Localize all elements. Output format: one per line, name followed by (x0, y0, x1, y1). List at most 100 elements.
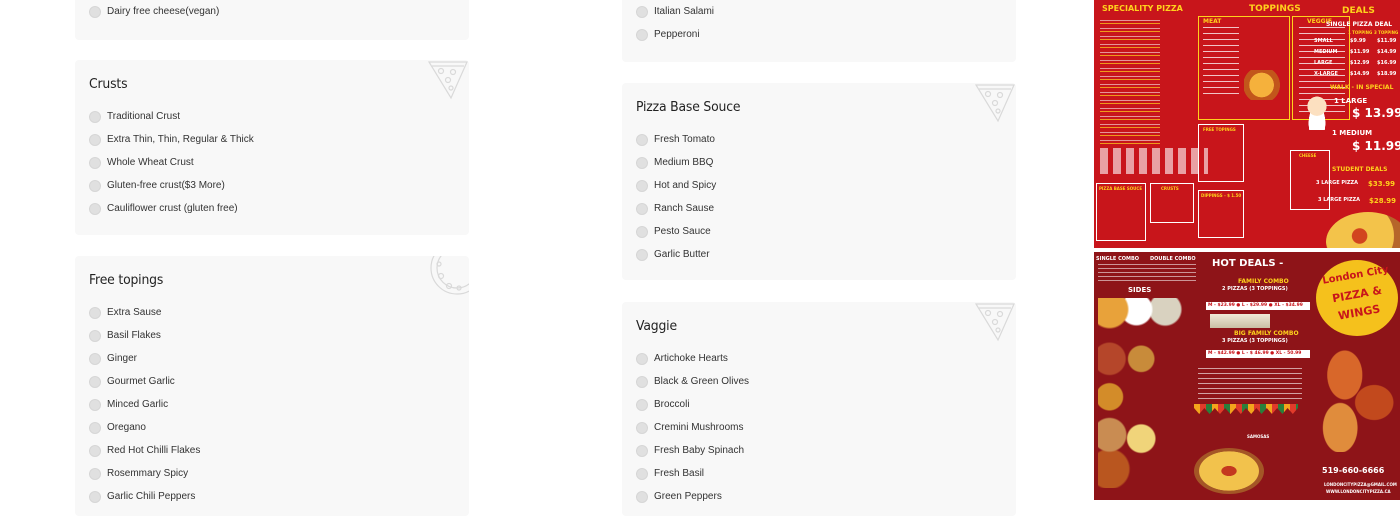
option-ginger[interactable]: Ginger (89, 353, 137, 365)
flyer-student-label: 3 LARGE PIZZA (1316, 180, 1359, 186)
flyer-deal-price: $11.99 (1350, 49, 1370, 55)
drinks-details (1198, 368, 1302, 400)
radio-button[interactable] (89, 330, 101, 342)
option-whole-wheat-crust[interactable]: Whole Wheat Crust (89, 157, 194, 169)
radio-button[interactable] (89, 111, 101, 123)
flyer-meat-heading: MEAT (1203, 18, 1222, 25)
menu-flyer-top: SPECIALITY PIZZA TOPPINGS MEAT VEGGIE FR… (1094, 0, 1400, 248)
radio-button[interactable] (636, 226, 648, 238)
radio-button[interactable] (636, 445, 648, 457)
bunting-decoration (1194, 404, 1298, 414)
radio-button[interactable] (636, 468, 648, 480)
option-dairy-free-cheese[interactable]: Dairy free cheese(vegan) (89, 6, 219, 18)
radio-button[interactable] (89, 376, 101, 388)
sides-food-images (1098, 298, 1194, 488)
option-medium-bbq[interactable]: Medium BBQ (636, 157, 713, 169)
option-pesto-sauce[interactable]: Pesto Sauce (636, 226, 711, 238)
flyer-big-family-sub: 3 PIZZAS (3 TOPPINGS) (1222, 338, 1288, 344)
radio-button[interactable] (89, 491, 101, 503)
radio-button[interactable] (89, 180, 101, 192)
flyer-deal-price: $14.99 (1350, 71, 1370, 77)
option-fresh-baby-spinach[interactable]: Fresh Baby Spinach (636, 445, 744, 457)
radio-button[interactable] (89, 307, 101, 319)
option-oregano[interactable]: Oregano (89, 422, 146, 434)
flyer-family-prices-bar: M - $23.99 ● L - $29.99 ● XL - $34.99 (1206, 302, 1310, 310)
option-black-green-olives[interactable]: Black & Green Olives (636, 376, 749, 388)
flyer-meat-list (1203, 27, 1239, 97)
radio-button[interactable] (636, 180, 648, 192)
radio-button[interactable] (89, 134, 101, 146)
flyer-pizza-base-sauce-box: PIZZA BASE SOUCE (1096, 183, 1146, 241)
option-gourmet-garlic[interactable]: Gourmet Garlic (89, 376, 175, 388)
chef-mascot-image (1304, 96, 1330, 130)
flyer-deals-heading: DEALS (1342, 6, 1375, 16)
flyer-large-label: 1 LARGE (1334, 97, 1368, 105)
option-cremini-mushrooms[interactable]: Cremini Mushrooms (636, 422, 743, 434)
radio-button[interactable] (636, 6, 648, 18)
option-cauliflower-crust[interactable]: Cauliflower crust (gluten free) (89, 203, 238, 215)
flyer-family-combo: FAMILY COMBO (1238, 278, 1289, 285)
option-ranch-sause[interactable]: Ranch Sause (636, 203, 714, 215)
radio-button[interactable] (89, 157, 101, 169)
flyer-crusts-heading: CRUSTS (1161, 186, 1179, 191)
flyer-deal-price: $11.99 (1377, 38, 1397, 44)
option-green-peppers[interactable]: Green Peppers (636, 491, 722, 503)
flyer-family-sub: 2 PIZZAS (3 TOPPINGS) (1222, 286, 1288, 292)
radio-button[interactable] (89, 203, 101, 215)
radio-button[interactable] (89, 445, 101, 457)
radio-button[interactable] (636, 157, 648, 169)
radio-button[interactable] (636, 376, 648, 388)
option-hot-and-spicy[interactable]: Hot and Spicy (636, 180, 716, 192)
flyer-deal-size: SMALL (1314, 38, 1333, 44)
option-fresh-tomato[interactable]: Fresh Tomato (636, 134, 715, 146)
flyer-dippings-box: DIPPINGS - $ 1.50 (1198, 190, 1244, 238)
option-italian-salami[interactable]: Italian Salami (636, 6, 714, 18)
option-fresh-basil[interactable]: Fresh Basil (636, 468, 704, 480)
option-pepperoni[interactable]: Pepperoni (636, 29, 700, 41)
radio-button[interactable] (89, 468, 101, 480)
flyer-pizza-base-sauce-heading: PIZZA BASE SOUCE (1099, 186, 1143, 191)
option-rosemmary-spicy[interactable]: Rosemmary Spicy (89, 468, 188, 480)
radio-button[interactable] (636, 29, 648, 41)
radio-button[interactable] (636, 249, 648, 261)
flyer-big-family-combo: BIG FAMILY COMBO (1234, 330, 1299, 337)
pizza-icon (427, 61, 468, 100)
option-garlic-chili-peppers[interactable]: Garlic Chili Peppers (89, 491, 195, 503)
option-extra-sause[interactable]: Extra Sause (89, 307, 161, 319)
option-minced-garlic[interactable]: Minced Garlic (89, 399, 168, 411)
radio-button[interactable] (636, 399, 648, 411)
pizza-icon (974, 84, 1015, 123)
flyer-medium-label: 1 MEDIUM (1332, 129, 1373, 137)
option-broccoli[interactable]: Broccoli (636, 399, 690, 411)
flyer-dippings-heading: DIPPINGS - $ 1.50 (1201, 193, 1242, 198)
option-basil-flakes[interactable]: Basil Flakes (89, 330, 161, 342)
flyer-phone: 519-660-6666 (1322, 466, 1385, 475)
radio-button[interactable] (89, 6, 101, 18)
section-title-pizza-base-sauce: Pizza Base Souce (636, 99, 741, 115)
flyer-deal-price: $16.99 (1377, 60, 1397, 66)
radio-button[interactable] (89, 353, 101, 365)
pizza-box-image (1210, 314, 1270, 328)
flyer-medium-price: $ 11.99 (1352, 139, 1400, 153)
option-traditional-crust[interactable]: Traditional Crust (89, 111, 180, 123)
radio-button[interactable] (636, 353, 648, 365)
combo-details (1098, 264, 1196, 284)
radio-button[interactable] (636, 134, 648, 146)
dairy-card-partial: Dairy free cheese(vegan) (75, 0, 469, 40)
option-red-hot-chilli-flakes[interactable]: Red Hot Chilli Flakes (89, 445, 200, 457)
radio-button[interactable] (636, 422, 648, 434)
flyer-sides-heading: SIDES (1128, 286, 1152, 294)
radio-button[interactable] (636, 203, 648, 215)
big-pizza-image (1194, 448, 1264, 494)
option-garlic-butter[interactable]: Garlic Butter (636, 249, 710, 261)
flyer-price-grid (1100, 148, 1208, 174)
option-extra-thin-thin-regular-thick[interactable]: Extra Thin, Thin, Regular & Thick (89, 134, 254, 146)
radio-button[interactable] (636, 491, 648, 503)
radio-button[interactable] (89, 399, 101, 411)
radio-button[interactable] (89, 422, 101, 434)
pizza-icon (974, 303, 1015, 342)
option-artichoke-hearts[interactable]: Artichoke Hearts (636, 353, 728, 365)
flyer-big-family-prices: M - $42.99 ● L - $ 46.99 ● XL - 50.99 (1208, 351, 1302, 356)
flyer-hot-deals: HOT DEALS - (1212, 258, 1284, 269)
option-gluten-free-crust[interactable]: Gluten-free crust($3 More) (89, 180, 225, 192)
